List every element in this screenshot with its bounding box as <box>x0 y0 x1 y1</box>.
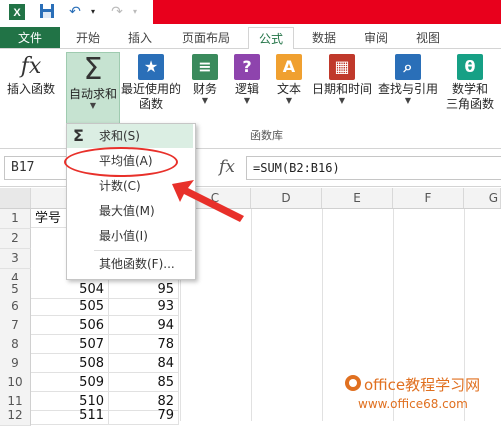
column-header[interactable]: E <box>322 188 393 208</box>
cell[interactable]: 79 <box>109 406 179 425</box>
question-book-icon: ? <box>234 54 260 80</box>
chevron-down-icon: ▼ <box>404 96 412 105</box>
annotation-arrow-icon <box>172 180 244 222</box>
column-header[interactable]: F <box>393 188 464 208</box>
cell[interactable]: 93 <box>109 297 179 316</box>
autosum-button[interactable]: Σ 自动求和 ▼ <box>66 52 120 124</box>
recent-functions-button[interactable]: ★ 最近使用的 函数 <box>120 52 182 122</box>
row-header[interactable]: 12 <box>0 406 31 426</box>
row-header[interactable]: 7 <box>0 316 31 336</box>
tab-view[interactable]: 视图 <box>406 27 450 49</box>
chevron-down-icon: ▼ <box>285 96 293 105</box>
sigma-icon: Σ <box>83 52 103 87</box>
row-header[interactable]: 9 <box>0 354 31 374</box>
tab-home[interactable]: 开始 <box>68 27 108 49</box>
row-header[interactable]: 2 <box>0 229 31 249</box>
financial-button[interactable]: ≡ 财务 ▼ <box>188 52 222 122</box>
chevron-down-icon: ▼ <box>89 101 97 110</box>
watermark-logo-icon <box>344 374 362 392</box>
undo-dropdown-icon[interactable]: ▾ <box>84 3 102 21</box>
insert-function-button[interactable]: fx 插入函数 <box>2 52 60 122</box>
sigma-icon: Σ <box>73 126 84 145</box>
ribbon-group-label: 函数库 <box>250 129 283 142</box>
menu-item-more-functions[interactable]: 其他函数(F)... <box>67 252 193 276</box>
date-time-button[interactable]: ▦ 日期和时间 ▼ <box>310 52 374 122</box>
svg-text:X: X <box>13 7 21 19</box>
redo-icon[interactable]: ↷ <box>108 3 126 21</box>
tab-insert[interactable]: 插入 <box>120 27 160 49</box>
menu-separator <box>94 250 192 251</box>
logical-button[interactable]: ? 逻辑 ▼ <box>230 52 264 122</box>
text-book-icon: A <box>276 54 302 80</box>
grid-line <box>251 209 252 421</box>
cell[interactable]: 509 <box>31 373 109 392</box>
cell[interactable]: 511 <box>31 406 109 425</box>
chevron-down-icon: ▼ <box>201 96 209 105</box>
grid-line <box>322 209 323 421</box>
cell[interactable]: 506 <box>31 316 109 335</box>
text-button[interactable]: A 文本 ▼ <box>272 52 306 122</box>
cell[interactable]: 505 <box>31 297 109 316</box>
save-icon[interactable] <box>38 3 56 21</box>
cell[interactable]: 507 <box>31 335 109 354</box>
star-book-icon: ★ <box>138 54 164 80</box>
coins-book-icon: ≡ <box>192 54 218 80</box>
tab-page-layout[interactable]: 页面布局 <box>172 27 240 49</box>
cell[interactable]: 94 <box>109 316 179 335</box>
chevron-down-icon: ▼ <box>243 96 251 105</box>
chevron-down-icon: ▼ <box>338 96 346 105</box>
row-header[interactable]: 1 <box>0 209 31 229</box>
highlight-oval <box>64 147 178 177</box>
formula-input[interactable]: =SUM(B2:B16) <box>246 156 501 180</box>
menu-item-sum[interactable]: Σ 求和(S) <box>67 124 193 148</box>
watermark-url: www.office68.com <box>358 397 468 411</box>
tab-review[interactable]: 审阅 <box>354 27 398 49</box>
lookup-reference-button[interactable]: ⌕ 查找与引用 ▼ <box>376 52 440 122</box>
tab-formulas[interactable]: 公式 <box>248 27 294 50</box>
cell[interactable]: 508 <box>31 354 109 373</box>
row-header[interactable]: 6 <box>0 297 31 317</box>
fx-icon: fx <box>20 54 42 79</box>
math-trig-button[interactable]: θ 数学和 三角函数 <box>440 52 500 122</box>
cell[interactable]: 84 <box>109 354 179 373</box>
calendar-book-icon: ▦ <box>329 54 355 80</box>
row-header[interactable]: 8 <box>0 335 31 355</box>
excel-logo-icon: X <box>8 3 26 21</box>
tab-file[interactable]: 文件 <box>0 27 60 49</box>
theta-book-icon: θ <box>457 54 483 80</box>
menu-item-min[interactable]: 最小值(I) <box>67 224 193 248</box>
row-header[interactable]: 10 <box>0 373 31 393</box>
select-all-corner[interactable] <box>0 188 31 208</box>
search-book-icon: ⌕ <box>395 54 421 80</box>
cell[interactable]: 85 <box>109 373 179 392</box>
column-header[interactable]: D <box>251 188 322 208</box>
cell[interactable]: 78 <box>109 335 179 354</box>
undo-icon[interactable]: ↶ <box>66 3 84 21</box>
title-banner <box>153 0 501 24</box>
redo-dropdown-icon[interactable]: ▾ <box>126 3 144 21</box>
name-box[interactable]: B17 <box>4 156 68 180</box>
column-header[interactable]: G <box>464 188 501 208</box>
watermark-title: office教程学习网 <box>364 376 481 394</box>
tab-data[interactable]: 数据 <box>302 27 346 49</box>
row-header[interactable]: 3 <box>0 249 31 269</box>
